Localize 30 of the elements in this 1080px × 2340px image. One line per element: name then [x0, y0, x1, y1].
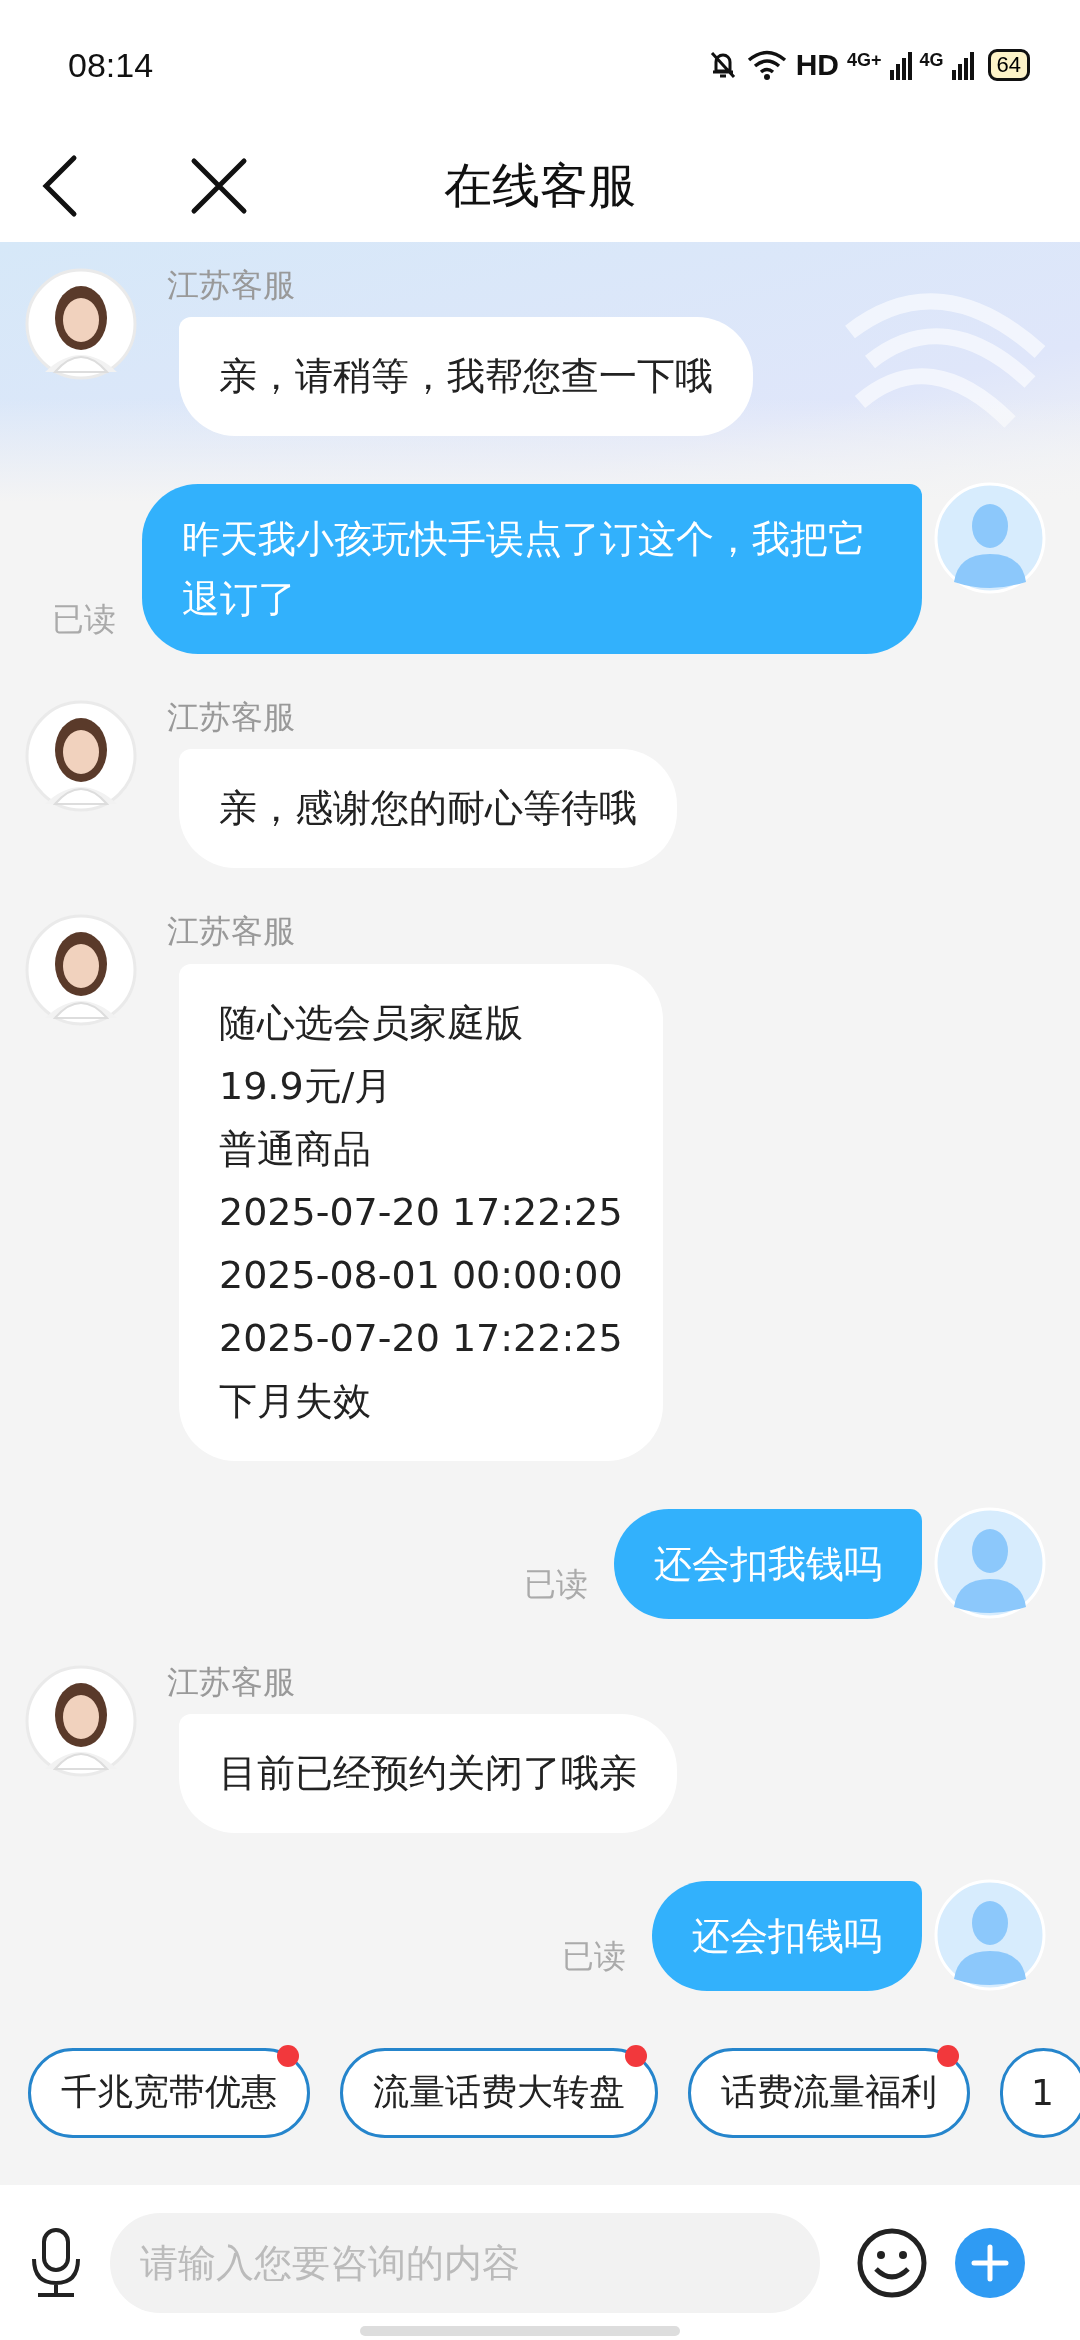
page-title: 在线客服 — [444, 156, 636, 215]
quick-reply-chip[interactable]: 流量话费大转盘 — [340, 2047, 658, 2138]
message-text: 2025-08-01 00:00:00 — [219, 1251, 623, 1299]
read-status: 已读 — [52, 599, 116, 641]
network-label: 4G+ — [846, 50, 882, 71]
message-text: 目前已经预约关闭了哦亲 — [219, 1749, 637, 1797]
message-text: 2025-07-20 17:22:25 — [219, 1188, 623, 1236]
message-text: 昨天我小孩玩快手误点了订这个，我把它退订了 — [182, 517, 866, 622]
quick-reply-chip[interactable]: 千兆宽带优惠 — [28, 2047, 310, 2138]
battery-level: 64 — [987, 49, 1030, 81]
agent-name: 江苏客服 — [167, 914, 295, 950]
message-text: 还会扣钱吗 — [692, 1913, 882, 1958]
message-text: 还会扣我钱吗 — [654, 1541, 882, 1586]
hd-label: HD — [795, 48, 839, 82]
agent-name: 江苏客服 — [167, 700, 295, 736]
read-status: 已读 — [524, 1563, 588, 1605]
message-text: 19.9元/月 — [219, 1062, 394, 1110]
quick-reply-chip[interactable]: 话费流量福利 — [688, 2047, 970, 2138]
agent-name: 江苏客服 — [167, 268, 295, 304]
network-label: 4G — [919, 50, 944, 71]
message-text: 普通商品 — [219, 1125, 372, 1173]
message-text: 亲，感谢您的耐心等待哦 — [219, 785, 637, 833]
message-text: 2025-07-20 17:22:25 — [219, 1314, 623, 1362]
quick-reply-chip[interactable]: 1 — [1000, 2047, 1080, 2138]
agent-name: 江苏客服 — [167, 1664, 295, 1700]
read-status: 已读 — [562, 1935, 626, 1977]
status-time: 08:14 — [68, 45, 154, 85]
message-text: 下月失效 — [219, 1377, 372, 1425]
message-text: 亲，请稍等，我帮您查一下哦 — [219, 353, 713, 401]
message-text: 随心选会员家庭版 — [219, 999, 524, 1047]
